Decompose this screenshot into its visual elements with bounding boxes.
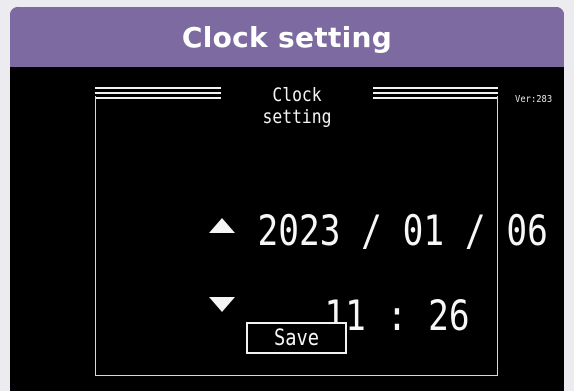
frame-title: Clock setting	[262, 84, 332, 128]
down-triangle-icon[interactable]	[209, 297, 235, 312]
up-triangle-icon[interactable]	[209, 218, 235, 233]
frame-top-line-left-2	[95, 92, 221, 94]
frame-top-line-right-1	[373, 87, 498, 89]
save-button[interactable]: Save	[246, 322, 347, 354]
frame-top-line-right-2	[373, 92, 498, 94]
save-button-label: Save	[273, 325, 320, 351]
version-label: Ver:283	[514, 94, 552, 105]
time-separator: :	[365, 291, 429, 340]
time-display[interactable]: 11 : 26	[200, 242, 469, 389]
clock-setting-card: Clock setting Clock setting Ver:283 2023…	[10, 7, 564, 391]
device-screen: Clock setting Ver:283 2023 / 01 / 06 11 …	[10, 67, 564, 391]
header-bar: Clock setting	[10, 7, 564, 67]
date-separator-2: /	[444, 206, 507, 255]
frame-top-line-left-1	[95, 87, 221, 89]
date-day[interactable]: 06	[506, 206, 547, 255]
page-title: Clock setting	[181, 20, 393, 54]
time-minute[interactable]: 26	[428, 291, 469, 340]
date-month[interactable]: 01	[403, 206, 444, 255]
